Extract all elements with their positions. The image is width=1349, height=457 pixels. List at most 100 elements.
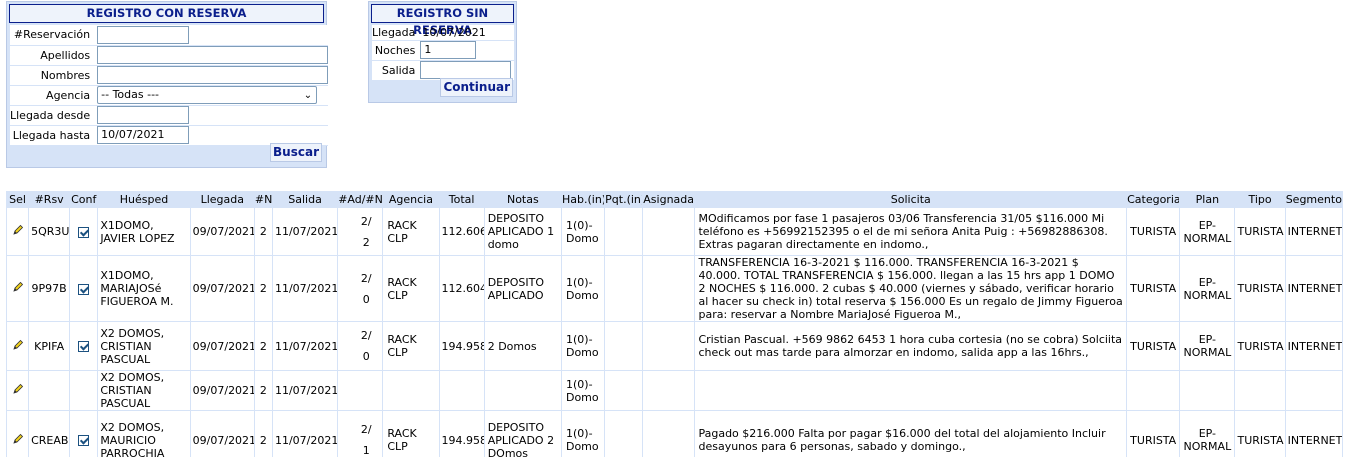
asignadas-cell (643, 322, 695, 370)
rsv-cell: 5QR3U (29, 208, 70, 255)
total-cell: 112.606 (439, 208, 484, 255)
hab-cell: 1(0)-Domo (561, 371, 605, 410)
table-row[interactable]: KPIFA X2 DOMOS, CRISTIAN PASCUAL 09/07/2… (7, 322, 1342, 370)
hab-cell: 1(0)-Domo (561, 256, 605, 321)
adultos-value: 2/ (360, 271, 372, 285)
apellidos-input[interactable] (97, 46, 329, 64)
total-cell: 194.958 (439, 411, 484, 457)
solicita-cell: Pagado $216.000 Falta por pagar $16.000 … (695, 411, 1127, 457)
col-header: Notas (484, 192, 561, 207)
reservacion-label: #Reservación (9, 25, 97, 46)
llegada-value: 10/07/2021 (419, 25, 514, 41)
segmento-cell: INTERNET (1285, 411, 1342, 457)
salida-cell: 11/07/2021 (272, 256, 338, 321)
walkin-form: Llegada 10/07/2021 Noches 1 Salida (371, 25, 514, 81)
salida-input[interactable] (420, 61, 512, 79)
huesped-cell: X2 DOMOS, CRISTIAN PASCUAL (98, 322, 190, 370)
conf-checkbox[interactable] (78, 283, 90, 295)
ninos-value: 1 (362, 444, 370, 457)
pqt-cell (605, 256, 643, 321)
noches-cell: 2 (254, 256, 272, 321)
sel-cell[interactable] (7, 371, 29, 410)
agencia-label: Agencia (9, 85, 97, 106)
ninos-value: 0 (362, 350, 370, 363)
sel-cell[interactable] (7, 322, 29, 370)
reservations-grid: Sel #Rsv Conf Huésped Llegada #N Salida … (6, 191, 1343, 457)
table-row[interactable]: X2 DOMOS, CRISTIAN PASCUAL 09/07/2021 2 … (7, 371, 1342, 410)
conf-checkbox[interactable] (78, 341, 90, 352)
sel-cell[interactable] (7, 256, 29, 321)
col-header: Hab.(in) (561, 192, 605, 207)
search-form: #Reservación Apellidos Nombres Agencia -… (9, 25, 329, 146)
sel-cell[interactable] (7, 208, 29, 255)
salida-label: Salida (371, 60, 420, 81)
conf-cell (70, 411, 98, 457)
continuar-button[interactable]: Continuar (440, 78, 513, 97)
notas-cell: DEPOSITO APLICADO (484, 256, 561, 321)
total-cell: 112.604 (439, 256, 484, 321)
buscar-button[interactable]: Buscar (270, 143, 322, 162)
panel-title: REGISTRO CON RESERVA (9, 4, 324, 23)
table-row[interactable]: 5QR3U X1DOMO, JAVIER LOPEZ 09/07/2021 2 … (7, 208, 1342, 255)
salida-cell: 11/07/2021 (272, 322, 338, 370)
pencil-edit-icon[interactable] (12, 383, 24, 395)
hab-cell: 1(0)-Domo (561, 411, 605, 457)
total-cell: 194.958 (439, 322, 484, 370)
conf-cell (70, 208, 98, 255)
plan-cell: EP-NORMAL (1180, 256, 1235, 321)
pencil-edit-icon[interactable] (12, 339, 24, 351)
notas-cell: DEPOSITO APLICADO 1 domo (484, 208, 561, 255)
conf-cell (70, 371, 98, 410)
segmento-cell: INTERNET (1285, 208, 1342, 255)
asignadas-cell (643, 208, 695, 255)
conf-checkbox[interactable] (78, 226, 90, 238)
noches-input[interactable]: 1 (420, 41, 477, 59)
rsv-cell: 9P97B (29, 256, 70, 321)
col-header: Tipo (1235, 192, 1285, 207)
col-header: Sel (7, 192, 29, 207)
llegada-desde-label: Llegada desde (9, 105, 97, 126)
noches-cell: 2 (254, 208, 272, 255)
apellidos-label: Apellidos (9, 45, 97, 66)
registro-con-reserva-panel: REGISTRO CON RESERVA #Reservación Apelli… (6, 1, 329, 168)
llegada-cell: 09/07/2021 (190, 411, 254, 457)
llegada-label: Llegada (371, 25, 420, 41)
col-header: Llegada (190, 192, 254, 207)
llegada-cell: 09/07/2021 (190, 256, 254, 321)
huesped-cell: X1DOMO, MARIAJOSé FIGUEROA M. (98, 256, 190, 321)
asignadas-cell (643, 411, 695, 457)
table-row[interactable]: CREAB X2 DOMOS, MAURICIO PARROCHIA 09/07… (7, 411, 1342, 457)
huesped-cell: X2 DOMOS, MAURICIO PARROCHIA (98, 411, 190, 457)
llegada-hasta-label: Llegada hasta (9, 125, 97, 146)
agencia-select[interactable]: -- Todas --- ⌄ (97, 86, 318, 104)
llegada-desde-input[interactable] (97, 106, 190, 124)
pencil-edit-icon[interactable] (12, 224, 24, 236)
table-row[interactable]: 9P97B X1DOMO, MARIAJOSé FIGUEROA M. 09/0… (7, 256, 1342, 321)
sel-cell[interactable] (7, 411, 29, 457)
solicita-cell (695, 371, 1127, 410)
hab-cell: 1(0)-Domo (561, 322, 605, 370)
nombres-input[interactable] (97, 66, 329, 84)
pencil-edit-icon[interactable] (12, 433, 24, 445)
col-header: #Rsv (29, 192, 70, 207)
col-header: Agencia (383, 192, 439, 207)
col-header: Asignadas (643, 192, 695, 207)
segmento-cell (1285, 371, 1342, 410)
rsv-cell: KPIFA (29, 322, 70, 370)
nombres-label: Nombres (9, 65, 97, 86)
llegada-hasta-input[interactable]: 10/07/2021 (97, 126, 190, 144)
pencil-edit-icon[interactable] (12, 281, 24, 293)
adultos-ninos-cell: 2/ 0 (338, 256, 383, 321)
salida-cell: 11/07/2021 (272, 371, 338, 410)
conf-checkbox[interactable] (78, 435, 90, 446)
adultos-value: 2/ (360, 214, 372, 228)
huesped-cell: X2 DOMOS, CRISTIAN PASCUAL (98, 371, 190, 410)
segmento-cell: INTERNET (1285, 256, 1342, 321)
agencia-cell: RACK CLP (383, 256, 439, 321)
tipo-cell: TURISTA (1235, 208, 1285, 255)
tipo-cell: TURISTA (1235, 256, 1285, 321)
reservacion-input[interactable] (97, 25, 190, 44)
col-header: Salida (272, 192, 338, 207)
salida-cell: 11/07/2021 (272, 208, 338, 255)
col-header: Pqt.(in) (605, 192, 643, 207)
